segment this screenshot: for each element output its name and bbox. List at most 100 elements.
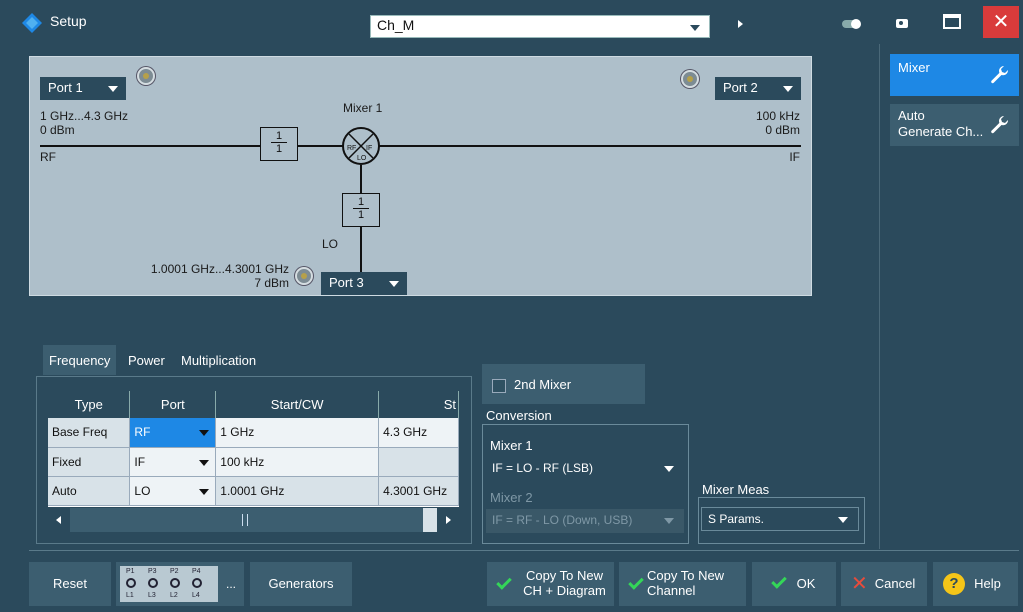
port3-select[interactable]: Port 3 — [321, 272, 407, 295]
divider — [29, 550, 1019, 551]
port-label-bottom: L2 — [170, 592, 178, 599]
check-icon — [628, 574, 644, 590]
chevron-down-icon — [838, 517, 848, 523]
port-label-top: P1 — [126, 568, 135, 575]
generators-button[interactable]: Generators — [250, 562, 352, 606]
mixer1-value: IF = LO - RF (LSB) — [492, 461, 594, 475]
help-icon: ? — [943, 573, 965, 595]
play-icon[interactable] — [738, 20, 743, 28]
port-value: RF — [134, 425, 151, 440]
mixer-button-label: Mixer — [898, 60, 930, 75]
help-button[interactable]: ? Help — [933, 562, 1018, 606]
port2-select[interactable]: Port 2 — [715, 77, 801, 100]
more-label: ... — [226, 577, 237, 591]
port-dropdown[interactable]: IF — [129, 447, 217, 477]
column-header-type: Type — [48, 391, 131, 418]
tab-power[interactable]: Power — [122, 345, 171, 375]
port-value: IF — [134, 454, 146, 469]
wrench-icon — [991, 66, 1009, 84]
start-cell[interactable]: 100 kHz — [215, 447, 380, 477]
port1-select[interactable]: Port 1 — [40, 77, 126, 100]
frequency-table: Type Port Start/CW St Base Freq RF 1 GHz… — [48, 391, 459, 507]
mixer1-select[interactable]: IF = LO - RF (LSB) — [486, 457, 684, 481]
connector-icon — [170, 578, 180, 588]
lo-power: 7 dBm — [254, 276, 289, 290]
tab-multiplication[interactable]: Multiplication — [175, 345, 262, 375]
auto-generate-label-2: Generate Ch... — [898, 124, 984, 139]
mixer-title: Mixer 1 — [343, 101, 383, 115]
scroll-left-button[interactable] — [48, 508, 70, 532]
port2-connector-icon — [681, 70, 699, 88]
close-button[interactable]: ✕ — [983, 6, 1019, 38]
mixer-diagram: Port 1 1 GHz...4.3 GHz 0 dBm RF Port 2 1… — [29, 56, 812, 296]
chevron-down-icon — [199, 488, 210, 495]
button-label-line1: Copy To New — [647, 568, 725, 583]
lo-ratio-box[interactable]: 1 1 — [342, 193, 380, 227]
copy-to-new-ch-diagram-button[interactable]: Copy To New CH + Diagram — [487, 562, 614, 606]
mixer-if-label: IF — [366, 145, 372, 152]
mixer-meas-label: Mixer Meas — [702, 482, 770, 497]
window-title: Setup — [50, 13, 87, 29]
mixer-meas-select[interactable]: S Params. — [701, 507, 859, 531]
grip-icon — [242, 514, 248, 526]
connector-icon — [126, 578, 136, 588]
port3-label: Port 3 — [329, 275, 364, 290]
scroll-right-button[interactable] — [437, 508, 459, 532]
ratio-numerator: 1 — [275, 130, 283, 142]
port-config-graphic: P1 P3 P2 P4 L1 L3 L2 L4 — [120, 566, 218, 602]
camera-icon[interactable] — [896, 19, 908, 28]
type-cell: Fixed — [48, 447, 131, 477]
port2-label: Port 2 — [723, 80, 758, 95]
arrow-right-icon — [446, 516, 451, 524]
cancel-button[interactable]: ✕ Cancel — [841, 562, 927, 606]
help-label: Help — [974, 576, 1001, 591]
type-cell: Auto — [48, 476, 131, 506]
second-mixer-checkbox[interactable]: 2nd Mixer — [482, 364, 645, 404]
port1-connector-icon — [137, 67, 155, 85]
rf-range: 1 GHz...4.3 GHz — [40, 109, 129, 123]
second-mixer-label: 2nd Mixer — [514, 377, 572, 392]
horizontal-scrollbar[interactable] — [48, 508, 459, 532]
port-label-top: P2 — [170, 568, 179, 575]
auto-generate-button[interactable]: Auto Generate Ch... — [890, 104, 1019, 146]
channel-select[interactable]: Ch_M — [370, 15, 710, 38]
signal-line — [40, 145, 801, 147]
reset-button[interactable]: Reset — [29, 562, 111, 606]
tab-frequency[interactable]: Frequency — [43, 345, 117, 375]
if-freq: 100 kHz — [755, 109, 800, 123]
stop-cell[interactable]: 4.3 GHz — [378, 418, 459, 448]
port-dropdown[interactable]: RF — [129, 418, 217, 448]
mixer-button[interactable]: Mixer — [890, 54, 1019, 96]
port-value: LO — [134, 483, 151, 498]
port-config-button[interactable]: P1 P3 P2 P4 L1 L3 L2 L4 ... — [116, 562, 244, 606]
checkbox-icon — [492, 378, 506, 393]
stop-cell — [378, 447, 459, 477]
table-row: Base Freq RF 1 GHz 4.3 GHz — [48, 418, 459, 448]
chevron-down-icon — [389, 281, 399, 287]
mixer2-select: IF = RF - LO (Down, USB) — [486, 509, 684, 533]
port-label-top: P3 — [148, 568, 157, 575]
chevron-down-icon — [199, 430, 210, 436]
rf-ratio-box[interactable]: 1 1 — [260, 127, 298, 161]
mixer-symbol-icon: RF IF LO — [342, 127, 380, 165]
table-row: Fixed IF 100 kHz — [48, 447, 459, 477]
chevron-down-icon — [664, 466, 674, 472]
wrench-icon — [991, 116, 1009, 134]
rf-label: RF — [40, 150, 56, 164]
channel-select-value: Ch_M — [377, 17, 415, 33]
start-cell[interactable]: 1 GHz — [215, 418, 380, 448]
toggle-icon[interactable] — [842, 19, 861, 29]
chevron-down-icon — [783, 86, 793, 92]
mixer-lo-label: LO — [357, 155, 367, 162]
port-dropdown[interactable]: LO — [129, 476, 217, 506]
column-header-stop: St — [378, 391, 459, 418]
ratio-denominator: 1 — [357, 209, 365, 221]
cancel-x-icon: ✕ — [851, 573, 868, 595]
copy-to-new-channel-button[interactable]: Copy To New Channel — [619, 562, 746, 606]
maximize-icon[interactable] — [943, 14, 961, 29]
ok-button[interactable]: OK — [752, 562, 836, 606]
chevron-down-icon — [690, 25, 700, 31]
chevron-down-icon — [108, 86, 118, 92]
scroll-thumb[interactable] — [70, 508, 423, 532]
port-label-bottom: L3 — [148, 592, 156, 599]
